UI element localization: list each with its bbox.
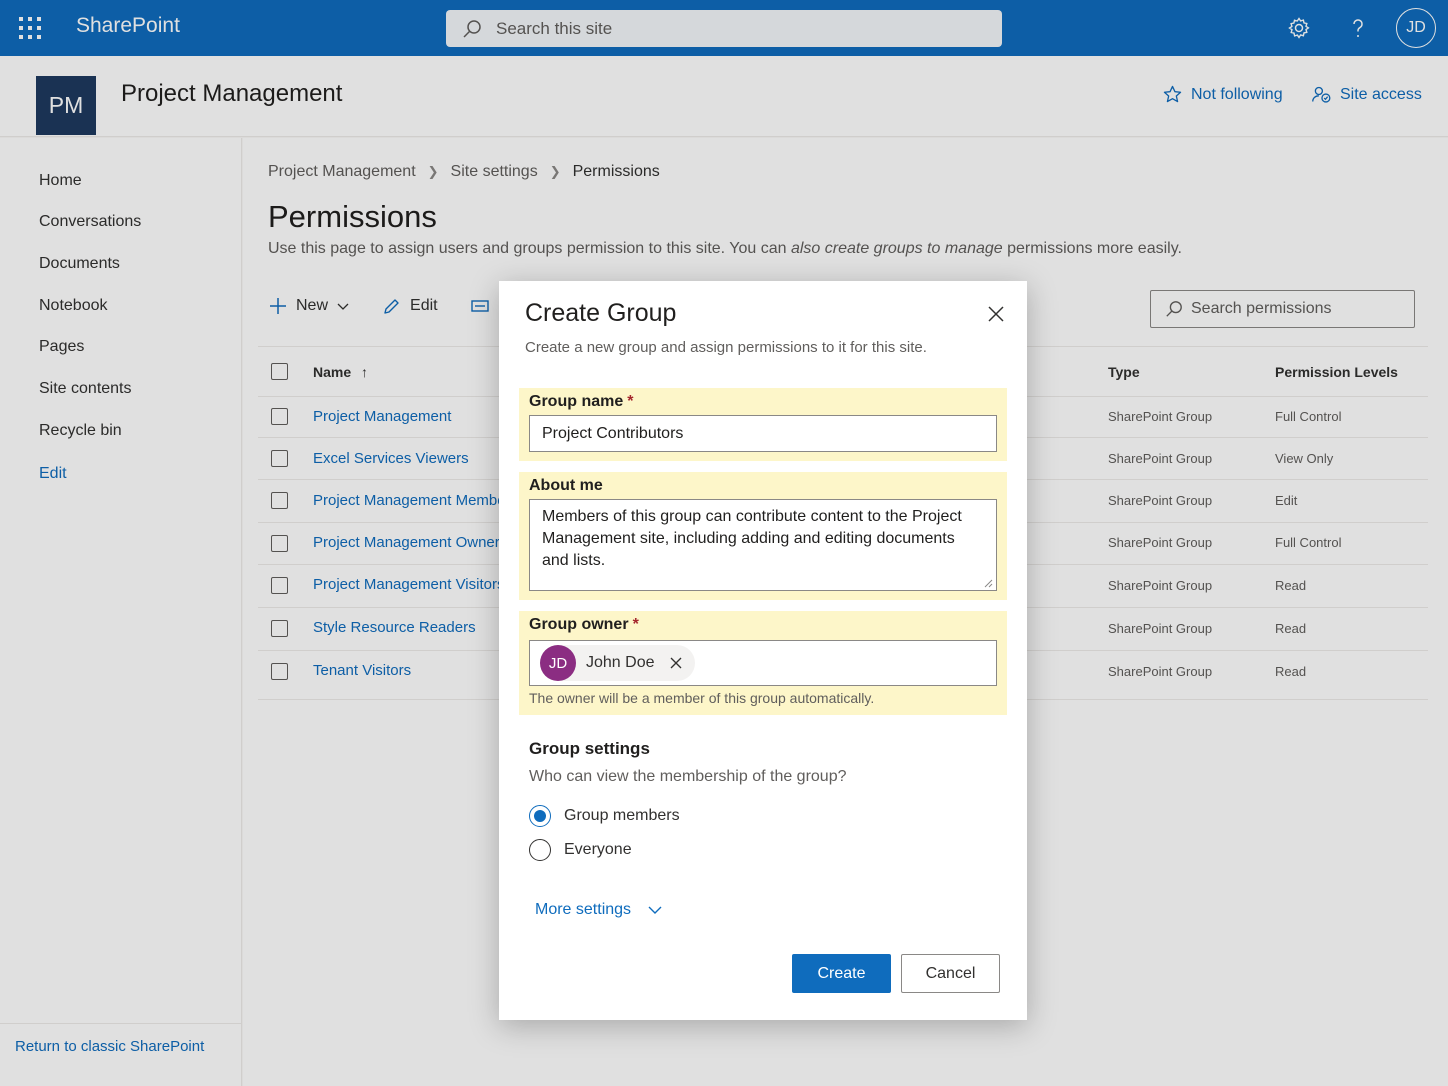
about-me-field: About me Members of this group can contr…	[519, 472, 1007, 600]
group-settings-question: Who can view the membership of the group…	[529, 768, 847, 785]
group-name-input[interactable]	[529, 415, 997, 452]
dialog-subtitle: Create a new group and assign permission…	[525, 339, 927, 356]
radio-group-members-label: Group members	[564, 807, 680, 824]
close-icon[interactable]	[985, 303, 1007, 325]
radio-group-members[interactable]: Group members	[529, 805, 680, 827]
more-settings-toggle[interactable]: More settings	[535, 901, 663, 919]
group-name-label-text: Group name	[529, 393, 624, 410]
create-group-dialog: Create Group Create a new group and assi…	[499, 281, 1027, 1020]
chevron-down-icon	[648, 906, 662, 914]
owner-name: John Doe	[586, 654, 655, 671]
group-name-label: Group name *	[529, 393, 633, 411]
radio-unselected-icon[interactable]	[529, 839, 551, 861]
required-indicator: *	[627, 393, 634, 410]
dialog-title: Create Group	[525, 299, 677, 327]
radio-everyone[interactable]: Everyone	[529, 839, 632, 861]
owner-hint: The owner will be a member of this group…	[529, 690, 875, 706]
about-me-label: About me	[529, 477, 603, 494]
group-owner-field: Group owner * JD John Doe The owner will …	[519, 611, 1007, 715]
owner-avatar: JD	[540, 645, 576, 681]
group-name-field: Group name *	[519, 388, 1007, 461]
remove-owner-icon[interactable]	[669, 656, 683, 670]
group-owner-label-text: Group owner	[529, 616, 629, 633]
radio-selected-icon[interactable]	[529, 805, 551, 827]
create-button[interactable]: Create	[792, 954, 891, 993]
required-indicator: *	[632, 616, 639, 633]
more-settings-label: More settings	[535, 901, 632, 918]
group-owner-label: Group owner *	[529, 616, 639, 634]
radio-everyone-label: Everyone	[564, 841, 632, 858]
cancel-button[interactable]: Cancel	[901, 954, 1000, 993]
resize-grip-icon[interactable]	[983, 578, 993, 588]
about-me-textarea[interactable]: Members of this group can contribute con…	[529, 499, 997, 591]
group-settings-title: Group settings	[529, 739, 650, 758]
people-picker[interactable]: JD John Doe	[529, 640, 997, 686]
owner-persona: JD John Doe	[540, 645, 695, 681]
